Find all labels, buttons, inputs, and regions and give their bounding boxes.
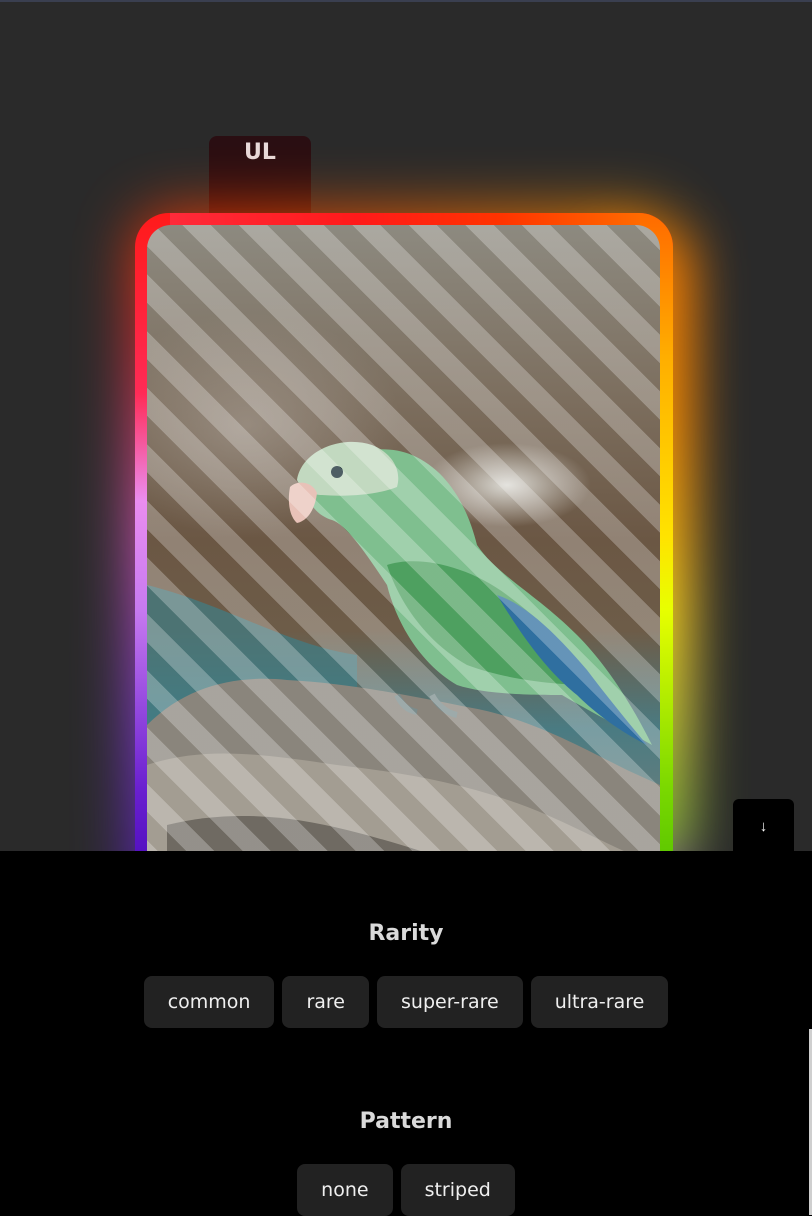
rarity-option-ultra-rare[interactable]: ultra-rare (530, 976, 669, 1028)
striped-pattern-overlay (147, 225, 660, 851)
pattern-options: none striped (0, 1164, 812, 1216)
controls-panel: Rarity common rare super-rare ultra-rare… (0, 851, 812, 1216)
pattern-option-striped[interactable]: striped (400, 1164, 515, 1216)
rarity-options: common rare super-rare ultra-rare (0, 976, 812, 1028)
rarity-title: Rarity (368, 921, 444, 946)
rarity-option-rare[interactable]: rare (282, 976, 369, 1028)
top-divider (0, 0, 812, 2)
rarity-option-common[interactable]: common (143, 976, 275, 1028)
arrow-down-icon: ↓ (759, 818, 768, 835)
pattern-option-none[interactable]: none (297, 1164, 393, 1216)
card-stage: UL ↓ (0, 0, 812, 851)
card-image (147, 225, 660, 851)
scroll-down-button[interactable]: ↓ (733, 799, 794, 851)
rarity-option-super-rare[interactable]: super-rare (377, 976, 523, 1028)
pattern-title: Pattern (359, 1109, 453, 1134)
